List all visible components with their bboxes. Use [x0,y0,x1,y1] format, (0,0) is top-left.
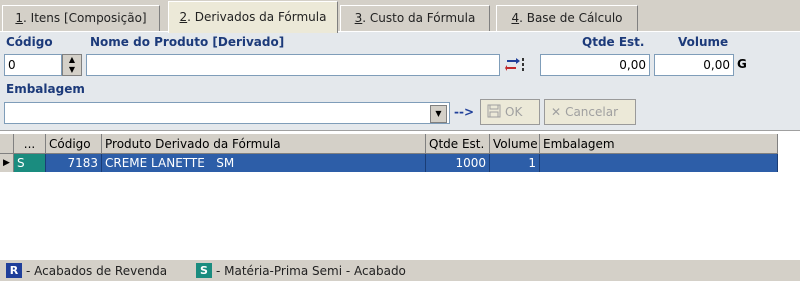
ok-button[interactable]: OK [480,99,540,125]
row-qtde-est: 1000 [426,154,490,172]
row-produto: CREME LANETTE SM [102,154,426,172]
derivados-grid: ... Código Produto Derivado da Fórmula Q… [0,131,800,259]
current-row-icon: ▶ [0,154,14,172]
qtde-est-label: Qtde Est. [582,35,645,49]
row-volume: 1 [490,154,540,172]
volume-unit: G [737,57,747,71]
header-codigo[interactable]: Código [46,134,102,154]
embalagem-label: Embalagem [6,82,85,96]
semi-acabado-badge: S [196,263,212,278]
cancel-label: Cancelar [565,105,619,119]
tab-hotkey: 4 [511,11,520,25]
tab-derivados-formula[interactable]: 2. Derivados da Fórmula [168,1,338,33]
codigo-input[interactable]: 0 [4,54,62,76]
nome-produto-label: Nome do Produto [Derivado] [90,35,285,49]
tab-hotkey: 2 [179,10,188,24]
revenda-badge: R [6,263,22,278]
legend-bar: R - Acabados de Revenda S - Matéria-Prim… [0,259,800,281]
qtde-est-input[interactable]: 0,00 [540,54,650,76]
volume-input[interactable]: 0,00 [654,54,734,76]
chevron-down-icon[interactable]: ▼ [430,105,447,123]
embalagem-select[interactable]: ▼ [4,102,450,124]
spin-down-icon[interactable]: ▼ [63,65,81,75]
grid-header: ... Código Produto Derivado da Fórmula Q… [0,134,778,154]
ok-label: OK [505,105,523,119]
tab-label: . Base de Cálculo [519,11,623,25]
tab-hotkey: 1 [15,11,24,25]
revenda-legend-text: - Acabados de Revenda [26,264,168,278]
tab-label: . Custo da Fórmula [362,11,476,25]
arrow-indicator: --> [454,105,475,119]
codigo-label: Código [6,35,53,49]
derivado-form-panel: Código Nome do Produto [Derivado] Qtde E… [0,31,800,131]
tab-strip: 1. Itens [Composição] 2. Derivados da Fó… [0,0,800,33]
header-indicator [0,134,14,154]
cancel-button[interactable]: ✕ Cancelar [544,99,636,125]
tab-base-calculo[interactable]: 4. Base de Cálculo [496,5,638,32]
close-icon: ✕ [551,105,562,119]
tab-label: . Itens [Composição] [23,11,147,25]
nome-produto-input[interactable] [86,54,500,76]
header-qtde-est[interactable]: Qtde Est. [426,134,490,154]
header-produto[interactable]: Produto Derivado da Fórmula [102,134,426,154]
table-row[interactable]: ▶ S 7183 CREME LANETTE SM 1000 1 [0,154,778,172]
header-embalagem[interactable]: Embalagem [540,134,778,154]
volume-label: Volume [678,35,729,49]
header-volume[interactable]: Volume [490,134,540,154]
row-embalagem [540,154,778,172]
codigo-spinner[interactable]: ▲ ▼ [62,54,82,76]
row-tipo: S [14,154,46,172]
semi-acabado-legend-text: - Matéria-Prima Semi - Acabado [216,264,406,278]
tab-label: . Derivados da Fórmula [187,10,327,24]
tab-itens-composicao[interactable]: 1. Itens [Composição] [2,5,160,32]
save-icon [487,100,501,124]
spin-up-icon[interactable]: ▲ [63,55,81,65]
transfer-icon[interactable] [505,56,527,74]
tab-custo-formula[interactable]: 3. Custo da Fórmula [340,5,490,32]
row-codigo: 7183 [46,154,102,172]
header-tipo[interactable]: ... [14,134,46,154]
